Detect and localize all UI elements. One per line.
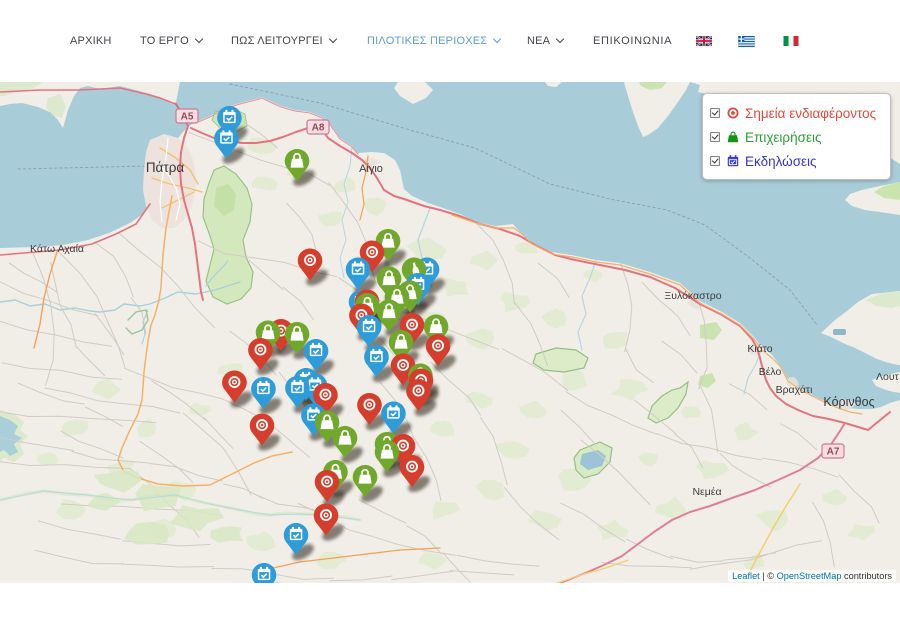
svg-text:Ξυλόκαστρο: Ξυλόκαστρο bbox=[664, 290, 721, 302]
svg-text:Νεμέα: Νεμέα bbox=[692, 486, 721, 498]
svg-text:Αίγιο: Αίγιο bbox=[359, 163, 383, 175]
svg-text:Λουτ: Λουτ bbox=[876, 371, 900, 383]
svg-text:Κόρινθος: Κόρινθος bbox=[823, 395, 874, 409]
svg-text:Κάτω Αχαία: Κάτω Αχαία bbox=[30, 243, 84, 255]
svg-text:A5: A5 bbox=[181, 112, 194, 123]
svg-text:Πάτρα: Πάτρα bbox=[146, 160, 185, 175]
svg-text:Βραχάτι: Βραχάτι bbox=[776, 384, 813, 396]
svg-text:A7: A7 bbox=[827, 447, 840, 458]
svg-text:Κιάτο: Κιάτο bbox=[747, 343, 772, 355]
svg-text:Βέλο: Βέλο bbox=[759, 366, 782, 378]
svg-text:A8: A8 bbox=[312, 123, 325, 134]
